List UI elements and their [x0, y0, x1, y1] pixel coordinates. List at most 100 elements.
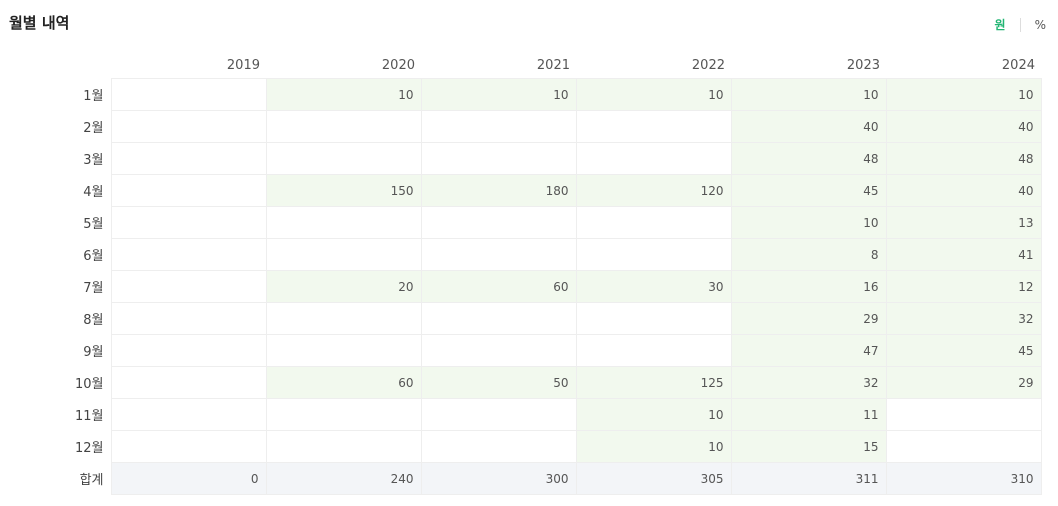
total-cell: 310 [885, 461, 1042, 495]
value-cell [110, 365, 267, 399]
value-cell [110, 301, 267, 335]
value-cell: 48 [730, 141, 887, 175]
table-row: 6월 8 41 [0, 237, 1042, 271]
value-cell: 50 [420, 365, 577, 399]
table-row: 8월 29 32 [0, 301, 1042, 335]
month-label: 1월 [83, 88, 104, 104]
month-label: 7월 [83, 280, 104, 296]
total-cell: 300 [420, 461, 577, 495]
month-label: 6월 [83, 248, 104, 264]
value-cell: 10 [420, 77, 577, 111]
unit-percent-button[interactable]: % [1035, 18, 1046, 32]
value-cell [885, 429, 1042, 463]
unit-toggle: 원 % [995, 16, 1046, 33]
table-row: 10월 60 50 125 32 29 [0, 365, 1042, 399]
month-label: 10월 [74, 376, 104, 392]
unit-divider [1019, 17, 1021, 32]
value-cell [110, 237, 267, 271]
value-cell: 40 [885, 173, 1042, 207]
total-cell: 311 [730, 461, 887, 495]
month-label: 5월 [83, 216, 104, 232]
value-cell: 16 [730, 269, 887, 303]
value-cell [265, 205, 422, 239]
value-cell [110, 269, 267, 303]
year-header: 2024 [1001, 57, 1035, 73]
value-cell: 29 [730, 301, 887, 335]
value-cell [110, 205, 267, 239]
total-cell: 305 [575, 461, 732, 495]
value-cell [265, 141, 422, 175]
value-cell: 40 [885, 109, 1042, 143]
value-cell [110, 397, 267, 431]
value-cell: 41 [885, 237, 1042, 271]
year-header: 2023 [846, 57, 880, 73]
value-cell [265, 429, 422, 463]
month-label: 9월 [83, 344, 104, 360]
value-cell [110, 141, 267, 175]
monthly-table: 2019 2020 2021 2022 2023 2024 1월 10 10 10 10… [0, 49, 1042, 495]
value-cell: 20 [265, 269, 422, 303]
month-label: 3월 [83, 152, 104, 168]
unit-won-button[interactable]: 원 [995, 16, 1006, 33]
value-cell: 47 [730, 333, 887, 367]
value-cell [265, 237, 422, 271]
value-cell: 10 [575, 397, 732, 431]
value-cell: 13 [885, 205, 1042, 239]
month-label: 12월 [74, 440, 104, 456]
page-title: 월별 내역 [9, 14, 70, 32]
value-cell: 10 [885, 77, 1042, 111]
value-cell: 10 [730, 77, 887, 111]
table-row: 12월 10 15 [0, 429, 1042, 463]
value-cell [110, 333, 267, 367]
value-cell [420, 397, 577, 431]
value-cell: 125 [575, 365, 732, 399]
value-cell [575, 301, 732, 335]
value-cell: 12 [885, 269, 1042, 303]
table-row: 3월 48 48 [0, 141, 1042, 175]
value-cell: 10 [575, 429, 732, 463]
value-cell [575, 237, 732, 271]
value-cell [575, 205, 732, 239]
total-cell: 0 [110, 461, 267, 495]
value-cell: 10 [265, 77, 422, 111]
value-cell [420, 429, 577, 463]
month-label: 2월 [83, 120, 104, 136]
year-header: 2020 [381, 57, 415, 73]
value-cell [575, 333, 732, 367]
value-cell: 30 [575, 269, 732, 303]
table-row: 5월 10 13 [0, 205, 1042, 239]
value-cell: 48 [885, 141, 1042, 175]
table-row: 7월 20 60 30 16 12 [0, 269, 1042, 303]
value-cell [265, 109, 422, 143]
value-cell: 32 [730, 365, 887, 399]
corner-cell [0, 49, 111, 78]
value-cell: 10 [575, 77, 732, 111]
value-cell [420, 237, 577, 271]
table-row: 11월 10 11 [0, 397, 1042, 431]
value-cell [885, 397, 1042, 431]
year-header: 2022 [691, 57, 725, 73]
value-cell [420, 301, 577, 335]
total-row: 합계 0 240 300 305 311 310 [0, 461, 1042, 495]
value-cell [575, 109, 732, 143]
year-header: 2021 [536, 57, 570, 73]
value-cell: 45 [730, 173, 887, 207]
month-label: 4월 [83, 184, 104, 200]
value-cell [110, 109, 267, 143]
year-header-row: 2019 2020 2021 2022 2023 2024 [0, 49, 1041, 78]
value-cell [575, 141, 732, 175]
value-cell: 60 [265, 365, 422, 399]
table-row: 9월 47 45 [0, 333, 1042, 367]
value-cell: 40 [730, 109, 887, 143]
value-cell: 150 [265, 173, 422, 207]
total-cell: 240 [265, 461, 422, 495]
value-cell [110, 429, 267, 463]
value-cell: 11 [730, 397, 887, 431]
value-cell [110, 77, 267, 111]
value-cell [420, 141, 577, 175]
value-cell: 15 [730, 429, 887, 463]
month-label: 8월 [83, 312, 104, 328]
value-cell [265, 333, 422, 367]
value-cell: 60 [420, 269, 577, 303]
value-cell: 180 [420, 173, 577, 207]
